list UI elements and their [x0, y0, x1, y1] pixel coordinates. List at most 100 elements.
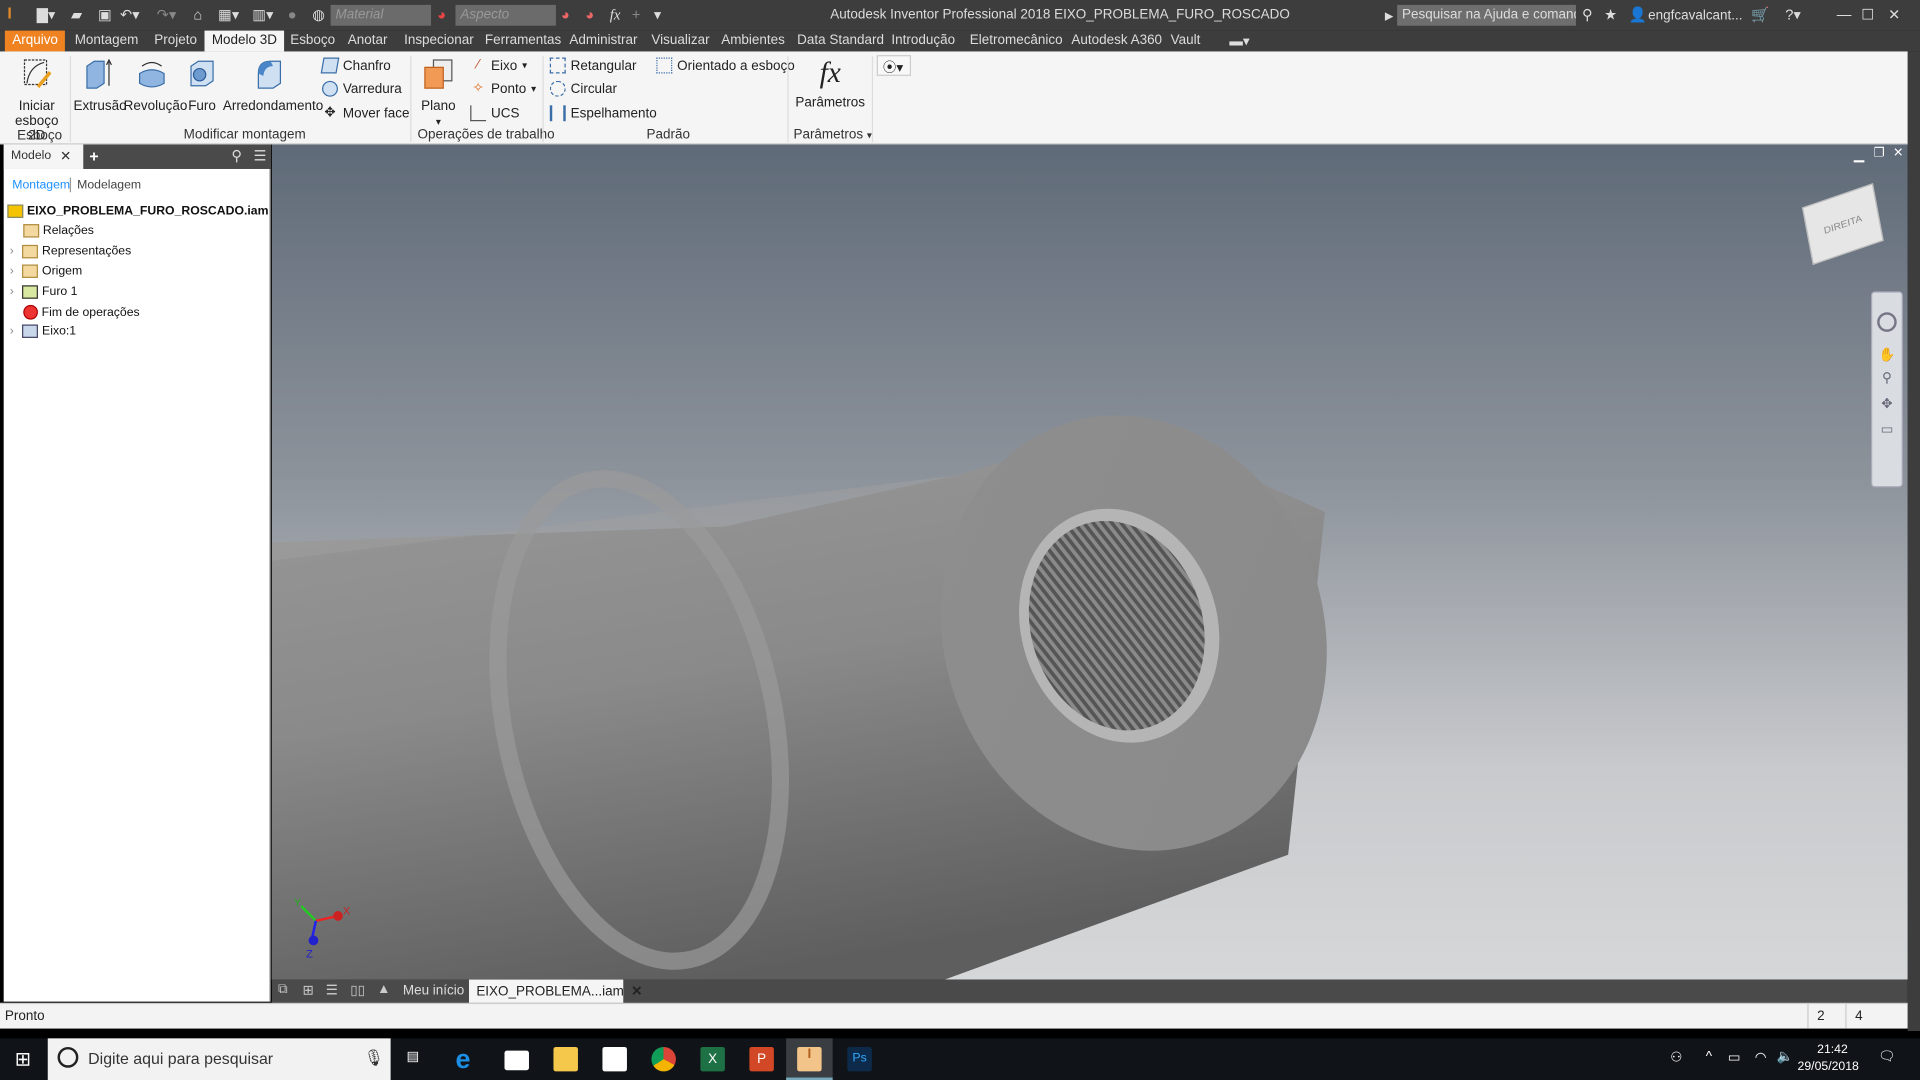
tab-arquivo[interactable]: Arquivo [4, 30, 66, 52]
chrome-icon[interactable] [651, 1046, 676, 1072]
tab-model[interactable]: Modelo ✕ [3, 144, 84, 169]
axis-button[interactable]: ⁄ Eixo ▾ [470, 58, 527, 74]
sweep-button[interactable]: Varredura [322, 80, 402, 97]
rectangular-pattern-button[interactable]: Retangular [549, 57, 637, 74]
tab-data-standard[interactable]: Data Standard [790, 31, 892, 52]
battery-icon[interactable]: ▭ [1728, 1049, 1741, 1066]
home-icon[interactable]: ⌂ [193, 6, 202, 23]
expand-icon[interactable]: ▶ [1385, 10, 1393, 23]
steering-wheel-icon[interactable] [1877, 312, 1897, 332]
minimize-icon[interactable]: — [1837, 6, 1852, 23]
file-explorer-icon[interactable] [553, 1046, 578, 1072]
microphone-icon[interactable]: 🎙 [364, 1048, 384, 1068]
tab-montagem[interactable]: Montagem [67, 31, 145, 52]
material-select[interactable]: Material [330, 4, 432, 26]
color-wheel-icon[interactable]: ◕ [437, 6, 446, 23]
undo-icon[interactable]: ↶▾ [120, 6, 140, 23]
group-label-parameters[interactable]: Parâmetros ▾ [793, 127, 871, 142]
expand-arrow-icon[interactable]: › [10, 245, 14, 258]
viewport-restore-icon[interactable]: ❐ [1873, 147, 1884, 160]
parameters-button[interactable]: fx Parâmetros [793, 54, 866, 111]
volume-icon[interactable]: 🔈 [1777, 1048, 1794, 1064]
tab-ferramentas[interactable]: Ferramentas [478, 31, 569, 52]
orbit-icon[interactable]: ✥ [1872, 396, 1901, 412]
plane-dropdown-icon[interactable]: ▾ [436, 116, 441, 127]
tab-administrar[interactable]: Administrar [562, 31, 645, 52]
powerpoint-icon[interactable]: P [749, 1046, 774, 1072]
arrow-up-icon[interactable]: ▲ [377, 982, 390, 997]
expand-arrow-icon[interactable]: › [10, 264, 14, 277]
help-search-input[interactable]: Pesquisar na Ajuda e comandos... [1397, 4, 1576, 26]
show-hidden-icons[interactable]: ^ [1706, 1049, 1712, 1064]
clear-appearance-icon[interactable]: ◕ [585, 6, 594, 23]
vertical-split-icon[interactable]: ▯▯ [350, 982, 365, 998]
view-montagem[interactable]: Montagem [12, 179, 70, 192]
expand-arrow-icon[interactable]: › [10, 324, 14, 337]
fillet-button[interactable]: Arredondamento [223, 56, 323, 114]
edge-icon[interactable]: e [456, 1045, 480, 1072]
photoshop-icon[interactable]: Ps [847, 1046, 872, 1072]
tab-document[interactable]: EIXO_PROBLEMA...iam ✕ [468, 979, 642, 1003]
3d-viewport[interactable]: DIREITA ✋ ⚲ ✥ ▭ ▁ ❐ ✕ X Y Z [271, 144, 1908, 980]
tab-esboco[interactable]: Esboço [283, 31, 343, 52]
tab-anotar[interactable]: Anotar [340, 31, 394, 52]
tab-vault[interactable]: Vault [1163, 31, 1207, 52]
open-icon[interactable]: ▰ [71, 6, 82, 23]
wifi-icon[interactable]: ◠ [1755, 1049, 1767, 1066]
point-button[interactable]: ✧ Ponto ▾ [470, 81, 537, 97]
tree-item-relations[interactable]: Relações [23, 224, 94, 238]
close-tab-icon[interactable]: ✕ [631, 984, 642, 999]
viewport-minimize-icon[interactable]: ▁ [1854, 147, 1864, 163]
people-icon[interactable]: ⚇ [1670, 1049, 1682, 1066]
search-icon[interactable]: ⚲ [231, 147, 242, 164]
help-icon[interactable]: ?▾ [1785, 6, 1801, 23]
cart-icon[interactable]: 🛒 [1751, 6, 1769, 23]
user-name[interactable]: engfcavalcant... [1648, 9, 1742, 24]
fx-icon[interactable]: fx [610, 6, 621, 24]
viewport-close-icon[interactable]: ✕ [1893, 147, 1903, 160]
tree-item-origin[interactable]: › Origem [10, 264, 82, 278]
customize-icon[interactable]: ▾ [654, 6, 661, 23]
tab-projeto[interactable]: Projeto [147, 31, 204, 52]
tab-home[interactable]: Meu início [403, 983, 464, 998]
binoculars-icon[interactable]: ⚲ [1582, 6, 1593, 23]
update-icon[interactable]: ▦▾ [218, 6, 239, 23]
add-panel-button[interactable]: + [89, 147, 98, 165]
tab-autodesk-a360[interactable]: Autodesk A360 [1064, 31, 1169, 52]
movies-icon[interactable] [504, 1050, 529, 1071]
plane-button[interactable]: Plano ▾ [416, 56, 460, 129]
move-face-button[interactable]: ✥ Mover face [322, 105, 409, 121]
save-icon[interactable]: ▣ [98, 6, 112, 23]
star-icon[interactable]: ★ [1604, 6, 1617, 23]
task-view-icon[interactable]: ▤ [407, 1048, 420, 1064]
windows-start-icon[interactable]: ⊞ [15, 1047, 31, 1071]
extrude-button[interactable]: Extrusão [73, 56, 127, 114]
inventor-logo[interactable]: I [7, 4, 11, 22]
new-icon[interactable]: ▇▾ [37, 6, 56, 23]
select-icon[interactable]: ▥▾ [252, 6, 273, 23]
user-icon[interactable]: 👤 [1629, 6, 1647, 23]
tab-inspecionar[interactable]: Inspecionar [397, 31, 481, 52]
redo-icon[interactable]: ↷▾ [157, 6, 177, 23]
more-commands-dropdown[interactable]: ⦿▾ [876, 55, 912, 76]
cascade-icon[interactable]: ⧉ [278, 982, 288, 998]
close-icon[interactable]: ✕ [1888, 6, 1900, 23]
pan-icon[interactable]: ✋ [1872, 347, 1901, 363]
tree-item-eixo-1[interactable]: › Eixo:1 [10, 324, 76, 338]
tab-modelo-3d[interactable]: Modelo 3D [204, 30, 285, 52]
adjust-appearance-icon[interactable]: ◕ [561, 6, 570, 23]
tab-introducao[interactable]: Introdução [884, 31, 962, 52]
ucs-button[interactable]: UCS [470, 105, 519, 122]
ribbon-display-toggle[interactable]: ▬▾ [1222, 31, 1257, 52]
zoom-icon[interactable]: ⚲ [1872, 370, 1901, 386]
look-at-icon[interactable]: ▭ [1872, 421, 1901, 437]
maximize-icon[interactable]: ☐ [1861, 6, 1874, 23]
horizontal-split-icon[interactable]: ☰ [326, 982, 338, 998]
tab-eletromecanico[interactable]: Eletromecânico [962, 31, 1070, 52]
taskbar-search-input[interactable]: Digite aqui para pesquisar 🎙 [47, 1038, 391, 1080]
inventor-taskbar-button[interactable]: I [786, 1038, 833, 1080]
tab-ambientes[interactable]: Ambientes [714, 31, 792, 52]
clock-date[interactable]: 29/05/2018 [1798, 1060, 1859, 1073]
circular-pattern-button[interactable]: Circular [549, 80, 617, 97]
close-panel-icon[interactable]: ✕ [60, 148, 71, 164]
